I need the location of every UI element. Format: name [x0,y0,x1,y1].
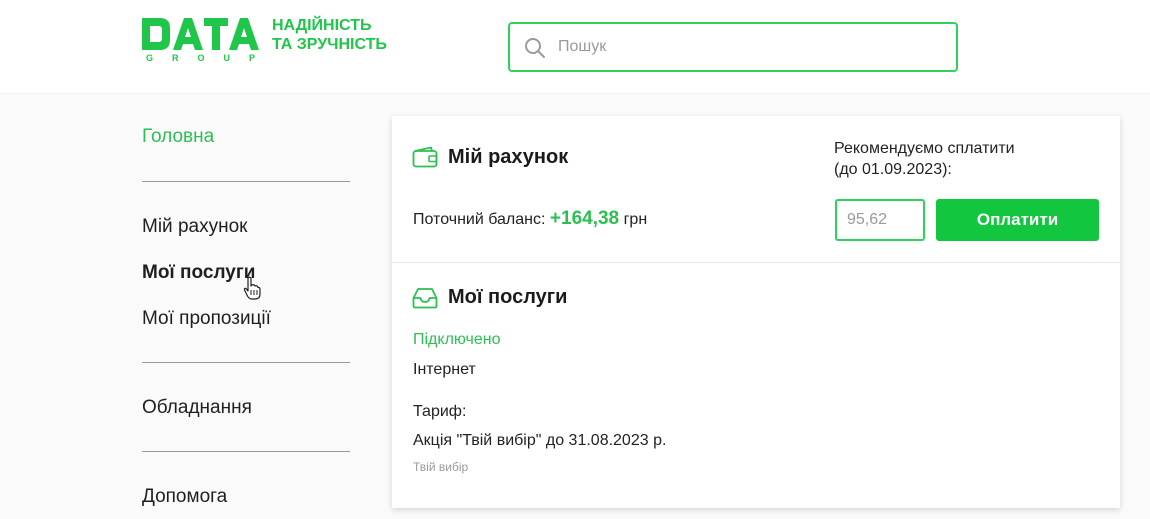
sidebar-divider [142,362,350,363]
account-title: Мій рахунок [448,146,569,168]
sidebar-item-my-services[interactable]: Мої послуги [142,262,255,284]
service-name: Інтернет [413,361,476,378]
logo-subtext: GROUP [146,53,275,63]
header: GROUP НАДІЙНІСТЬ ТА ЗРУЧНІСТЬ [0,0,1150,94]
recommended-payment-text: Рекомендуємо сплатити (до 01.09.2023): [834,138,1104,180]
recommended-line-2: (до 01.09.2023): [834,161,952,178]
currency-label: грн [623,211,648,228]
wallet-icon [412,146,438,168]
services-title: Мої послуги [448,286,568,308]
search-icon[interactable] [524,37,546,59]
sidebar-divider [142,451,350,452]
sidebar-item-equipment[interactable]: Обладнання [142,397,252,419]
service-status: Підключено [413,331,501,348]
payment-amount-input[interactable] [835,199,925,241]
slogan: НАДІЙНІСТЬ ТА ЗРУЧНІСТЬ [272,16,442,54]
sidebar-item-help[interactable]: Допомога [142,486,227,508]
sidebar-item-my-offers[interactable]: Мої пропозиції [142,308,271,330]
search-box[interactable] [508,22,958,72]
account-card: Мій рахунок Поточний баланс: +164,38 грн… [392,116,1120,508]
search-input[interactable] [558,33,938,61]
sidebar-item-my-account[interactable]: Мій рахунок [142,216,247,238]
recommended-line-1: Рекомендуємо сплатити [834,140,1015,157]
balance-amount: +164,38 [549,208,620,229]
hand-cursor-icon [243,276,261,300]
sidebar-item-home[interactable]: Головна [142,126,214,148]
tariff-value: Акція "Твій вибір" до 31.08.2023 р. [413,432,667,449]
sidebar-divider [142,181,350,182]
slogan-line-2: ТА ЗРУЧНІСТЬ [272,36,387,53]
balance-row: Поточний баланс: +164,38 грн [413,208,647,230]
balance-label: Поточний баланс: [413,211,546,228]
inbox-icon [412,288,438,309]
tariff-label: Тариф: [413,403,467,420]
logo[interactable]: GROUP [142,16,262,66]
card-divider [392,262,1120,263]
sidebar: Головна Мій рахунок Мої послуги Мої проп… [142,94,352,519]
logo-mark [142,18,259,50]
tariff-note: Твій вибір [413,460,469,474]
pay-button[interactable]: Оплатити [936,199,1099,241]
slogan-line-1: НАДІЙНІСТЬ [272,17,372,34]
